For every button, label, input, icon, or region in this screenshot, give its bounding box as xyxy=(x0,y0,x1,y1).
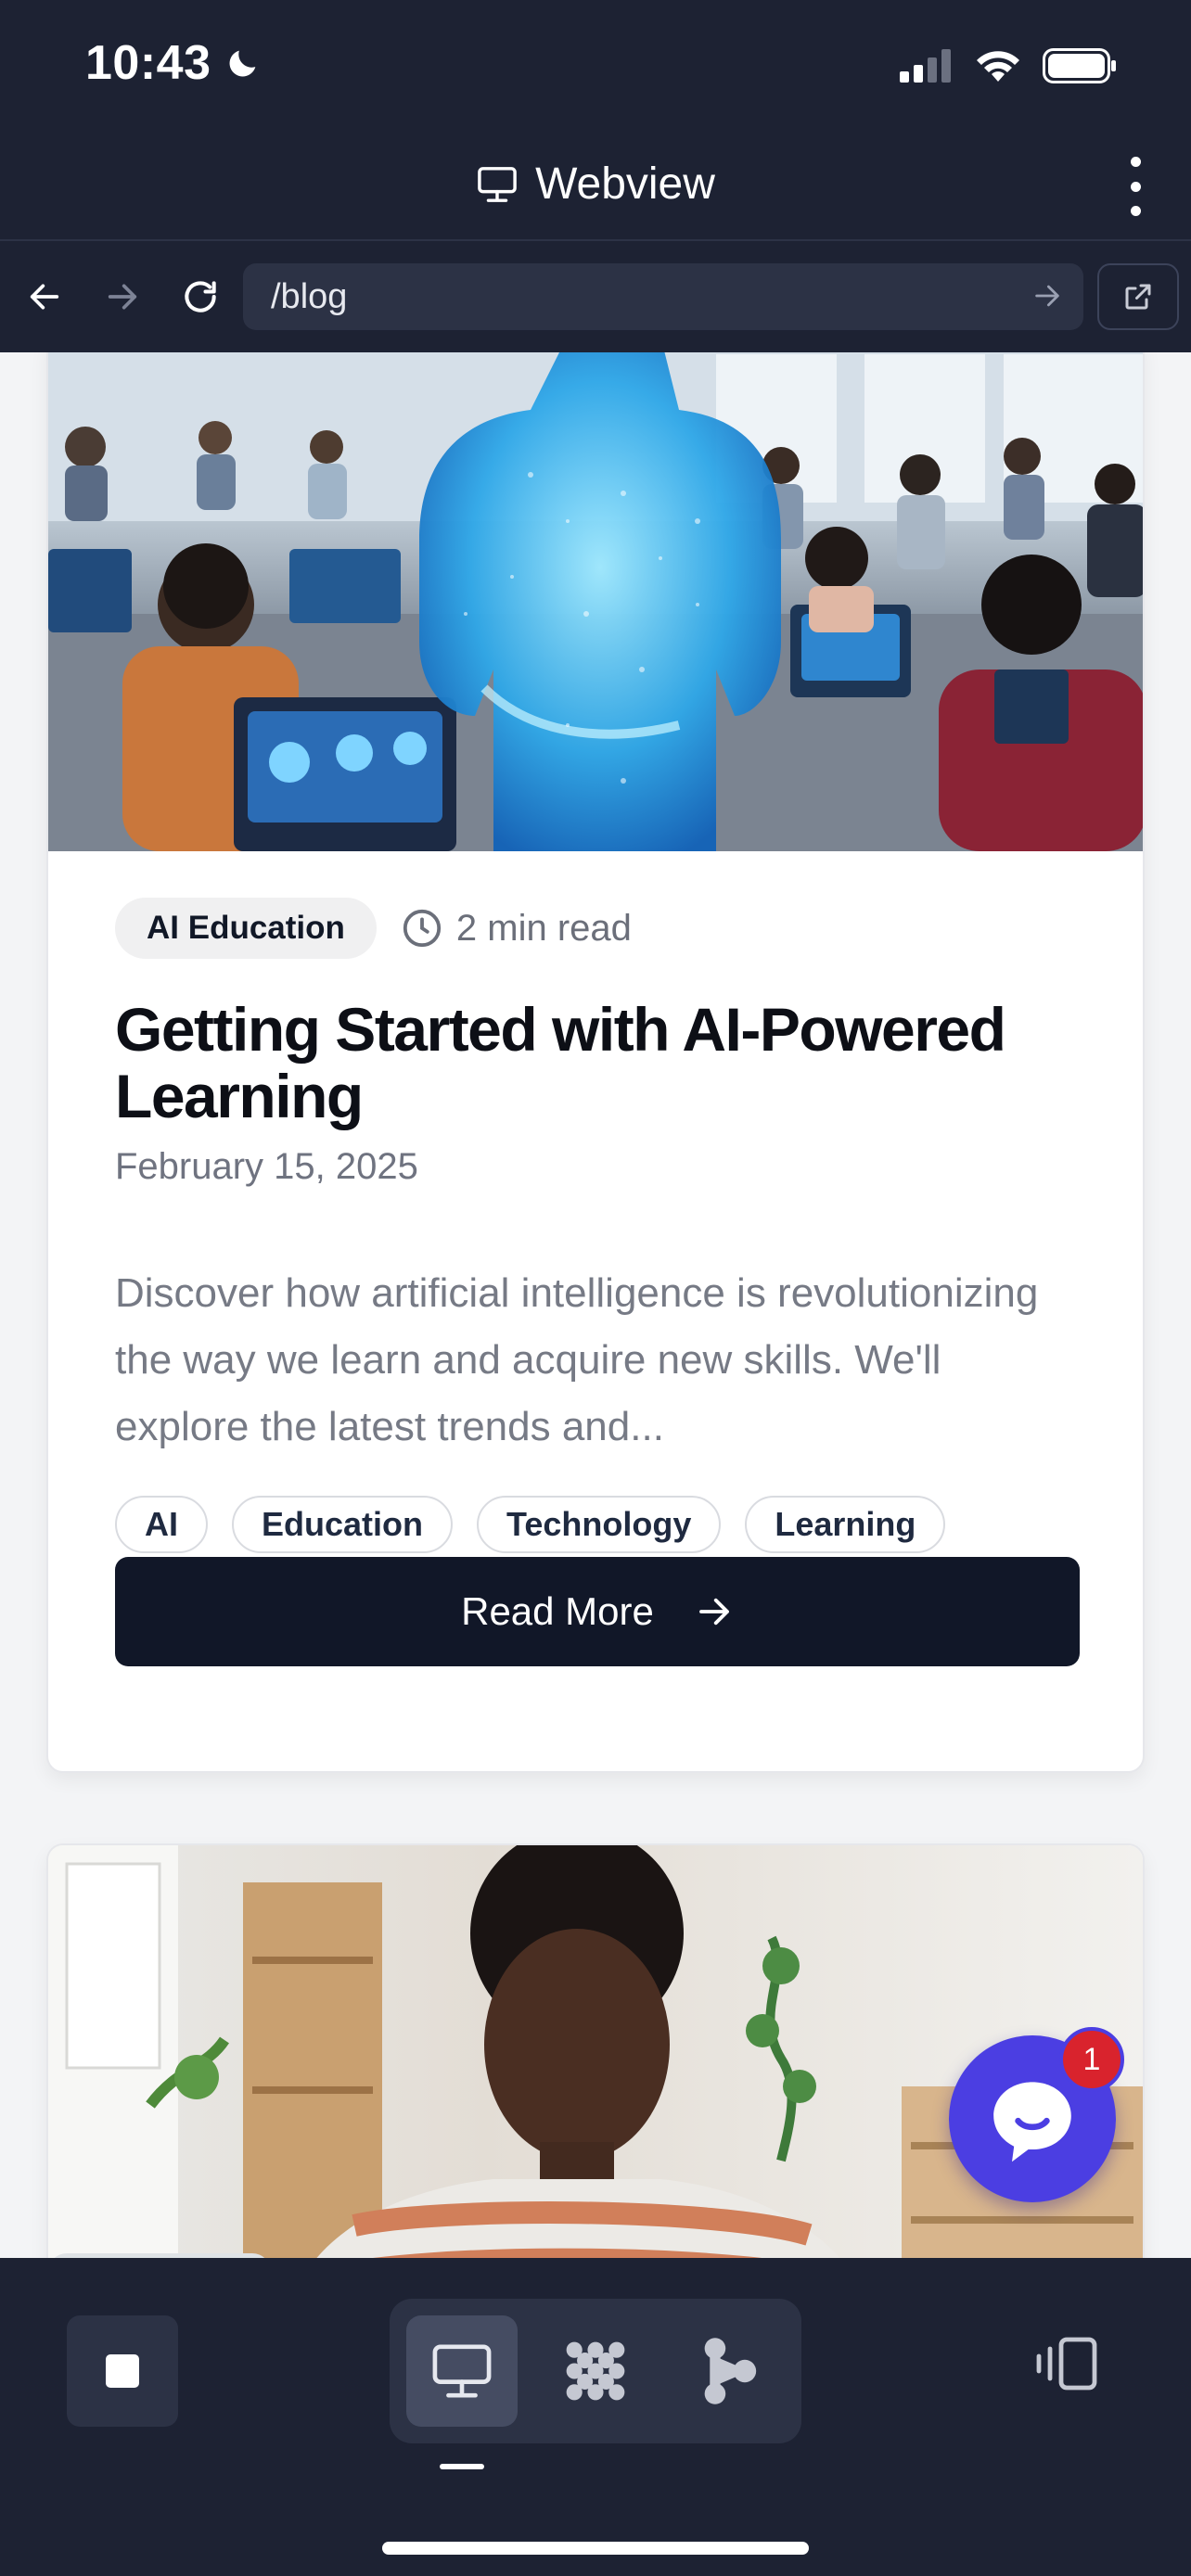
monitor-icon xyxy=(478,166,517,202)
read-more-label: Read More xyxy=(461,1589,654,1633)
tag-ai[interactable]: AI xyxy=(115,1496,208,1553)
monitor-icon xyxy=(432,2344,492,2398)
back-button[interactable] xyxy=(17,269,72,325)
grid-dots-icon xyxy=(566,2341,625,2401)
address-bar: /blog xyxy=(0,241,1191,352)
grid-mode-button[interactable] xyxy=(540,2315,651,2427)
student-studying-illustration xyxy=(48,1845,1143,2258)
post-title[interactable]: Getting Started with AI-Powered Learning xyxy=(115,996,1076,1129)
stop-button[interactable] xyxy=(67,2315,178,2427)
read-more-button[interactable]: Read More xyxy=(115,1557,1080,1666)
tag-learning[interactable]: Learning xyxy=(745,1496,946,1553)
open-external-button[interactable] xyxy=(1097,263,1179,330)
webview-title-text: Webview xyxy=(535,159,715,209)
webview-content: AI Education 2 min read Getting Started … xyxy=(0,352,1191,2258)
active-mode-indicator xyxy=(440,2464,484,2469)
arrow-left-icon xyxy=(30,284,59,310)
classroom-hologram-illustration xyxy=(48,352,1143,851)
blog-post-card[interactable]: AI Education 2 min read Getting Started … xyxy=(46,352,1145,1773)
status-bar: 10:43 xyxy=(0,0,1191,134)
view-mode-switcher xyxy=(390,2299,801,2443)
webview-title: Webview xyxy=(0,159,1191,210)
signal-icon xyxy=(900,49,951,83)
post-cover-image xyxy=(48,1845,1143,2258)
tag-education[interactable]: Education xyxy=(232,1496,454,1553)
read-time: 2 min read xyxy=(401,907,632,950)
external-link-icon xyxy=(1125,284,1151,310)
arrow-right-icon xyxy=(698,1598,729,1626)
bottom-toolbar xyxy=(0,2258,1191,2576)
blog-post-card[interactable] xyxy=(46,1843,1145,2258)
chat-bubble-icon xyxy=(993,2082,1071,2162)
stop-icon xyxy=(106,2354,139,2388)
post-excerpt: Discover how artificial intelligence is … xyxy=(115,1270,1039,1449)
status-icons xyxy=(900,48,1117,83)
moon-icon xyxy=(229,50,255,77)
notification-badge: 1 xyxy=(1059,2027,1124,2092)
rotate-device-icon xyxy=(1036,2337,1097,2391)
wifi-icon xyxy=(977,51,1019,82)
more-menu-button[interactable] xyxy=(1117,157,1154,216)
post-tags: AI Education Technology Learning xyxy=(115,1496,1076,1553)
post-date: February 15, 2025 xyxy=(115,1146,418,1187)
webview-title-bar: Webview xyxy=(0,134,1191,241)
home-indicator[interactable] xyxy=(382,2542,809,2555)
reload-button[interactable] xyxy=(173,269,228,325)
reload-icon xyxy=(185,281,216,312)
more-vertical-icon xyxy=(1130,157,1141,167)
webview-mode-button[interactable] xyxy=(406,2315,518,2427)
url-input[interactable]: /blog xyxy=(243,263,1083,330)
branch-icon xyxy=(704,2338,757,2404)
status-time: 10:43 xyxy=(85,35,262,91)
clock-icon xyxy=(403,909,442,948)
status-time-text: 10:43 xyxy=(85,36,211,90)
read-time-text: 2 min read xyxy=(455,907,632,949)
rotate-device-button[interactable] xyxy=(1031,2334,1102,2398)
category-badge: AI Education xyxy=(115,898,377,959)
url-text: /blog xyxy=(271,276,348,316)
post-cover-image xyxy=(48,352,1143,851)
post-body: AI Education 2 min read Getting Started … xyxy=(115,898,1080,1666)
post-meta: AI Education 2 min read xyxy=(115,898,1076,959)
arrow-right-icon xyxy=(108,284,137,310)
battery-icon xyxy=(1043,48,1116,83)
tag-technology[interactable]: Technology xyxy=(477,1496,722,1553)
flow-mode-button[interactable] xyxy=(673,2315,785,2427)
go-arrow-icon[interactable] xyxy=(1031,280,1063,312)
forward-button[interactable] xyxy=(95,269,150,325)
